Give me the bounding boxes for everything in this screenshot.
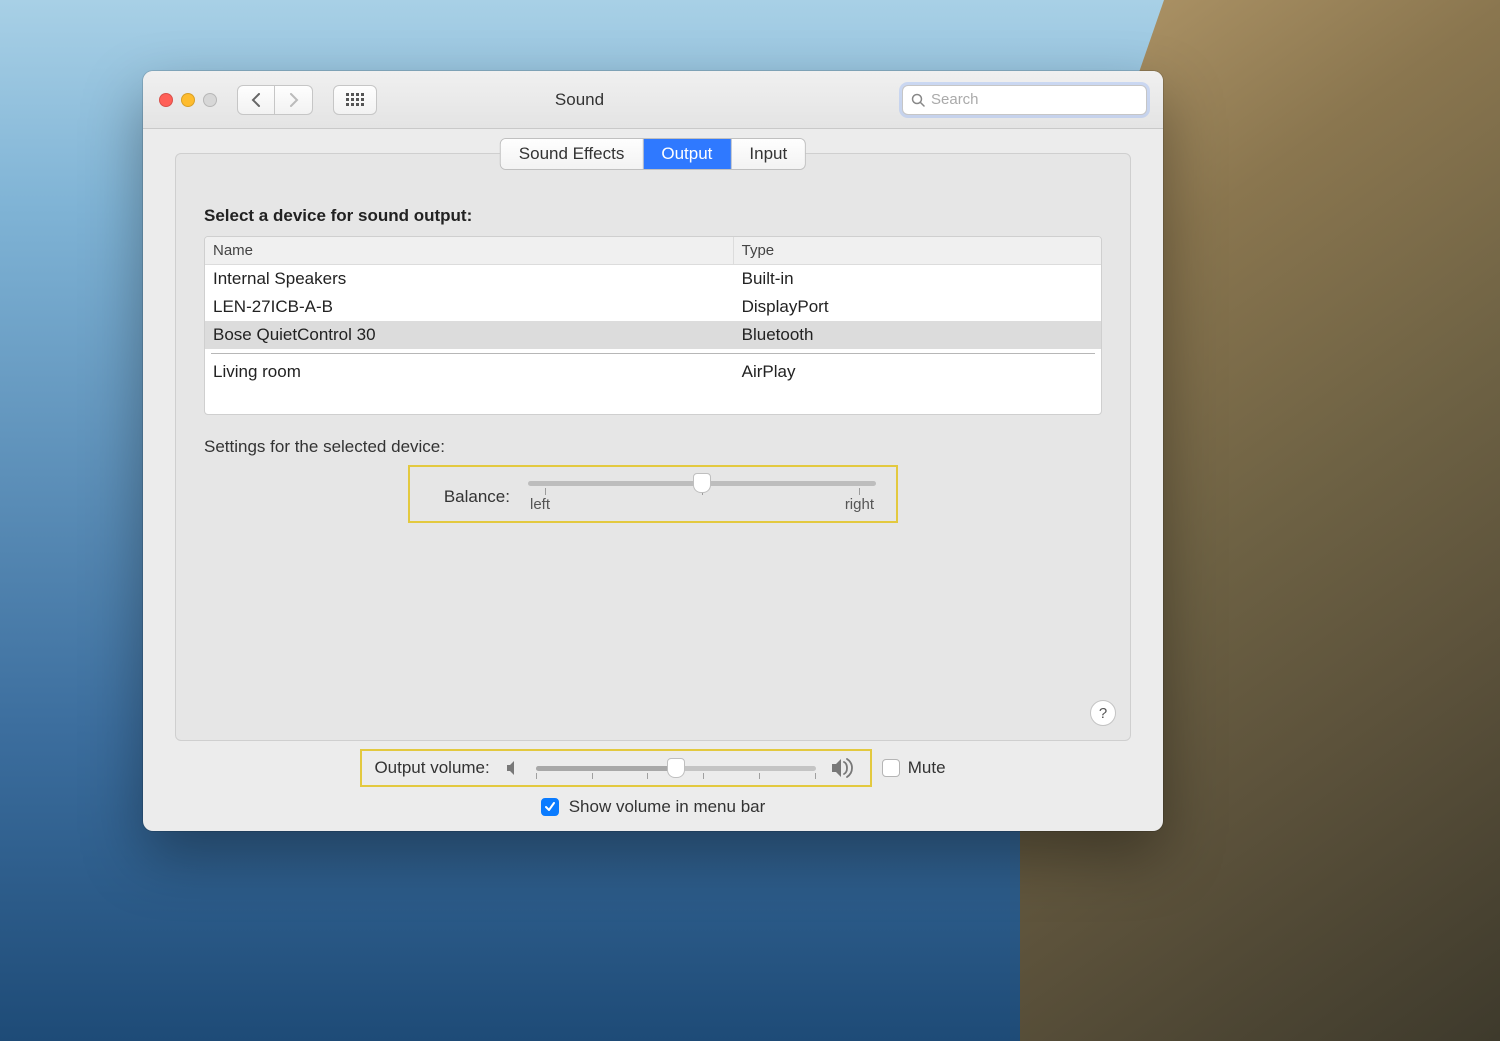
device-name: Bose QuietControl 30: [205, 321, 734, 349]
table-row[interactable]: Bose QuietControl 30 Bluetooth: [205, 321, 1101, 349]
device-type: Built-in: [734, 265, 1101, 293]
show-volume-checkbox[interactable]: [541, 798, 559, 816]
device-name: Living room: [205, 358, 734, 386]
window-content: Sound Effects Output Input Select a devi…: [143, 129, 1163, 831]
device-table: Name Type Internal Speakers Built-in LEN…: [204, 236, 1102, 415]
check-icon: [544, 801, 556, 813]
table-row[interactable]: LEN-27ICB-A-B DisplayPort: [205, 293, 1101, 321]
select-device-title: Select a device for sound output:: [204, 206, 1102, 226]
device-name: LEN-27ICB-A-B: [205, 293, 734, 321]
table-row[interactable]: Internal Speakers Built-in: [205, 265, 1101, 293]
table-separator: [211, 353, 1095, 354]
device-type: AirPlay: [734, 358, 1101, 386]
output-volume-slider[interactable]: [536, 766, 816, 771]
balance-highlight-box: Balance: left right: [408, 465, 898, 523]
volume-ticks: [536, 773, 816, 779]
chevron-left-icon: [251, 93, 261, 107]
device-name: Internal Speakers: [205, 265, 734, 293]
tab-bar: Sound Effects Output Input: [500, 138, 806, 170]
mute-control: Mute: [882, 758, 946, 778]
table-row[interactable]: Living room AirPlay: [205, 358, 1101, 386]
speaker-loud-icon: [830, 757, 858, 779]
sound-preferences-window: Sound Sound Effects Output Input Select …: [143, 71, 1163, 831]
table-empty-space: [205, 386, 1101, 414]
output-volume-label: Output volume:: [374, 758, 489, 778]
main-panel: Sound Effects Output Input Select a devi…: [175, 153, 1131, 741]
settings-for-device-title: Settings for the selected device:: [204, 437, 1102, 457]
device-type: DisplayPort: [734, 293, 1101, 321]
help-button[interactable]: ?: [1090, 700, 1116, 726]
tab-output[interactable]: Output: [643, 139, 731, 169]
show-volume-label: Show volume in menu bar: [569, 797, 766, 817]
balance-end-labels: left right: [528, 496, 876, 513]
device-type: Bluetooth: [734, 321, 1101, 349]
slider-track: [536, 766, 816, 771]
traffic-lights: [159, 93, 217, 107]
window-title: Sound: [269, 90, 890, 110]
speaker-quiet-icon: [504, 759, 522, 777]
balance-right-label: right: [845, 496, 874, 513]
table-header: Name Type: [205, 237, 1101, 265]
slider-knob[interactable]: [693, 473, 711, 493]
zoom-window-button[interactable]: [203, 93, 217, 107]
close-window-button[interactable]: [159, 93, 173, 107]
mute-label: Mute: [908, 758, 946, 778]
balance-row: Balance: left right: [430, 481, 876, 513]
search-input[interactable]: [931, 91, 1138, 108]
mute-checkbox[interactable]: [882, 759, 900, 777]
tab-sound-effects[interactable]: Sound Effects: [501, 139, 644, 169]
balance-left-label: left: [530, 496, 550, 513]
footer: Output volume:: [175, 741, 1131, 817]
output-volume-highlight-box: Output volume:: [360, 749, 871, 787]
slider-fill: [536, 766, 676, 771]
window-titlebar: Sound: [143, 71, 1163, 129]
column-header-name[interactable]: Name: [205, 237, 734, 264]
minimize-window-button[interactable]: [181, 93, 195, 107]
search-field[interactable]: [902, 85, 1147, 115]
show-volume-row: Show volume in menu bar: [541, 797, 766, 817]
balance-label: Balance:: [430, 487, 510, 507]
column-header-type[interactable]: Type: [734, 237, 1101, 264]
search-icon: [911, 93, 925, 107]
slider-track: [528, 481, 876, 486]
balance-slider[interactable]: left right: [528, 481, 876, 513]
tab-input[interactable]: Input: [731, 139, 805, 169]
